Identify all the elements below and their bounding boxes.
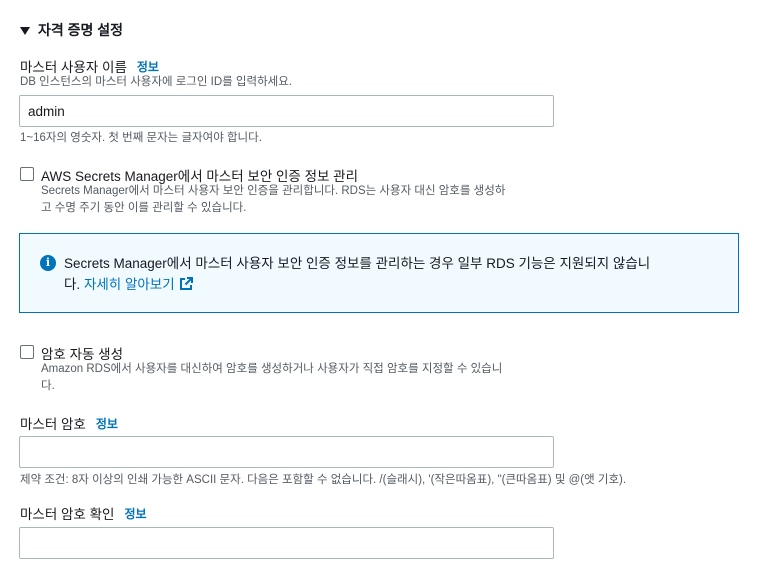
master-username-constraint: 1~16자의 영숫자. 첫 번째 문자는 글자여야 합니다. <box>20 132 262 144</box>
learn-more-link[interactable]: 자세히 알아보기 <box>84 277 193 292</box>
secrets-manager-checkbox[interactable] <box>20 167 34 181</box>
confirm-password-input[interactable] <box>19 527 554 559</box>
master-password-info-link[interactable]: 정보 <box>96 415 118 432</box>
master-password-input[interactable] <box>19 436 554 468</box>
section-title: 자격 증명 설정 <box>38 22 124 38</box>
secrets-manager-description-2: 고 수명 주기 동안 이를 관리할 수 있습니다. <box>41 202 247 214</box>
master-username-label: 마스터 사용자 이름 <box>20 60 127 75</box>
master-password-constraint: 제약 조건: 8자 이상의 인쇄 가능한 ASCII 문자. 다음은 포함할 수… <box>20 474 627 486</box>
confirm-password-label: 마스터 암호 확인 <box>20 507 115 522</box>
info-icon: i <box>40 255 56 271</box>
alert-text-line1: Secrets Manager에서 마스터 사용자 보안 인증 정보를 관리하는… <box>64 256 651 271</box>
caret-down-icon <box>20 26 30 35</box>
confirm-password-info-link[interactable]: 정보 <box>124 505 146 522</box>
external-link-icon <box>179 277 193 290</box>
auto-password-label[interactable]: 암호 자동 생성 <box>41 343 123 363</box>
secrets-manager-label[interactable]: AWS Secrets Manager에서 마스터 보안 인증 정보 관리 <box>41 165 358 185</box>
auto-password-description-1: Amazon RDS에서 사용자를 대신하여 암호를 생성하거나 사용자가 직접… <box>41 363 503 375</box>
master-username-input[interactable] <box>19 95 554 127</box>
auto-password-checkbox[interactable] <box>20 345 34 359</box>
alert-text-line2: 다. <box>64 277 81 292</box>
master-password-label: 마스터 암호 <box>20 417 86 432</box>
master-username-description: DB 인스턴스의 마스터 사용자에 로그인 ID를 입력하세요. <box>20 76 293 88</box>
alert-text: Secrets Manager에서 마스터 사용자 보안 인증 정보를 관리하는… <box>64 253 724 295</box>
secrets-manager-info-alert: i Secrets Manager에서 마스터 사용자 보안 인증 정보를 관리… <box>19 233 739 313</box>
credentials-section-header[interactable]: 자격 증명 설정 <box>20 20 123 40</box>
confirm-password-label-row: 마스터 암호 확인 정보 <box>20 503 147 523</box>
master-password-label-row: 마스터 암호 정보 <box>20 413 118 433</box>
learn-more-link-text[interactable]: 자세히 알아보기 <box>84 277 175 292</box>
master-username-label-row: 마스터 사용자 이름 정보 <box>20 56 159 76</box>
auto-password-description-2: 다. <box>41 380 55 392</box>
master-username-info-link[interactable]: 정보 <box>137 58 159 75</box>
secrets-manager-description-1: Secrets Manager에서 마스터 사용자 보안 인증을 관리합니다. … <box>41 185 506 197</box>
